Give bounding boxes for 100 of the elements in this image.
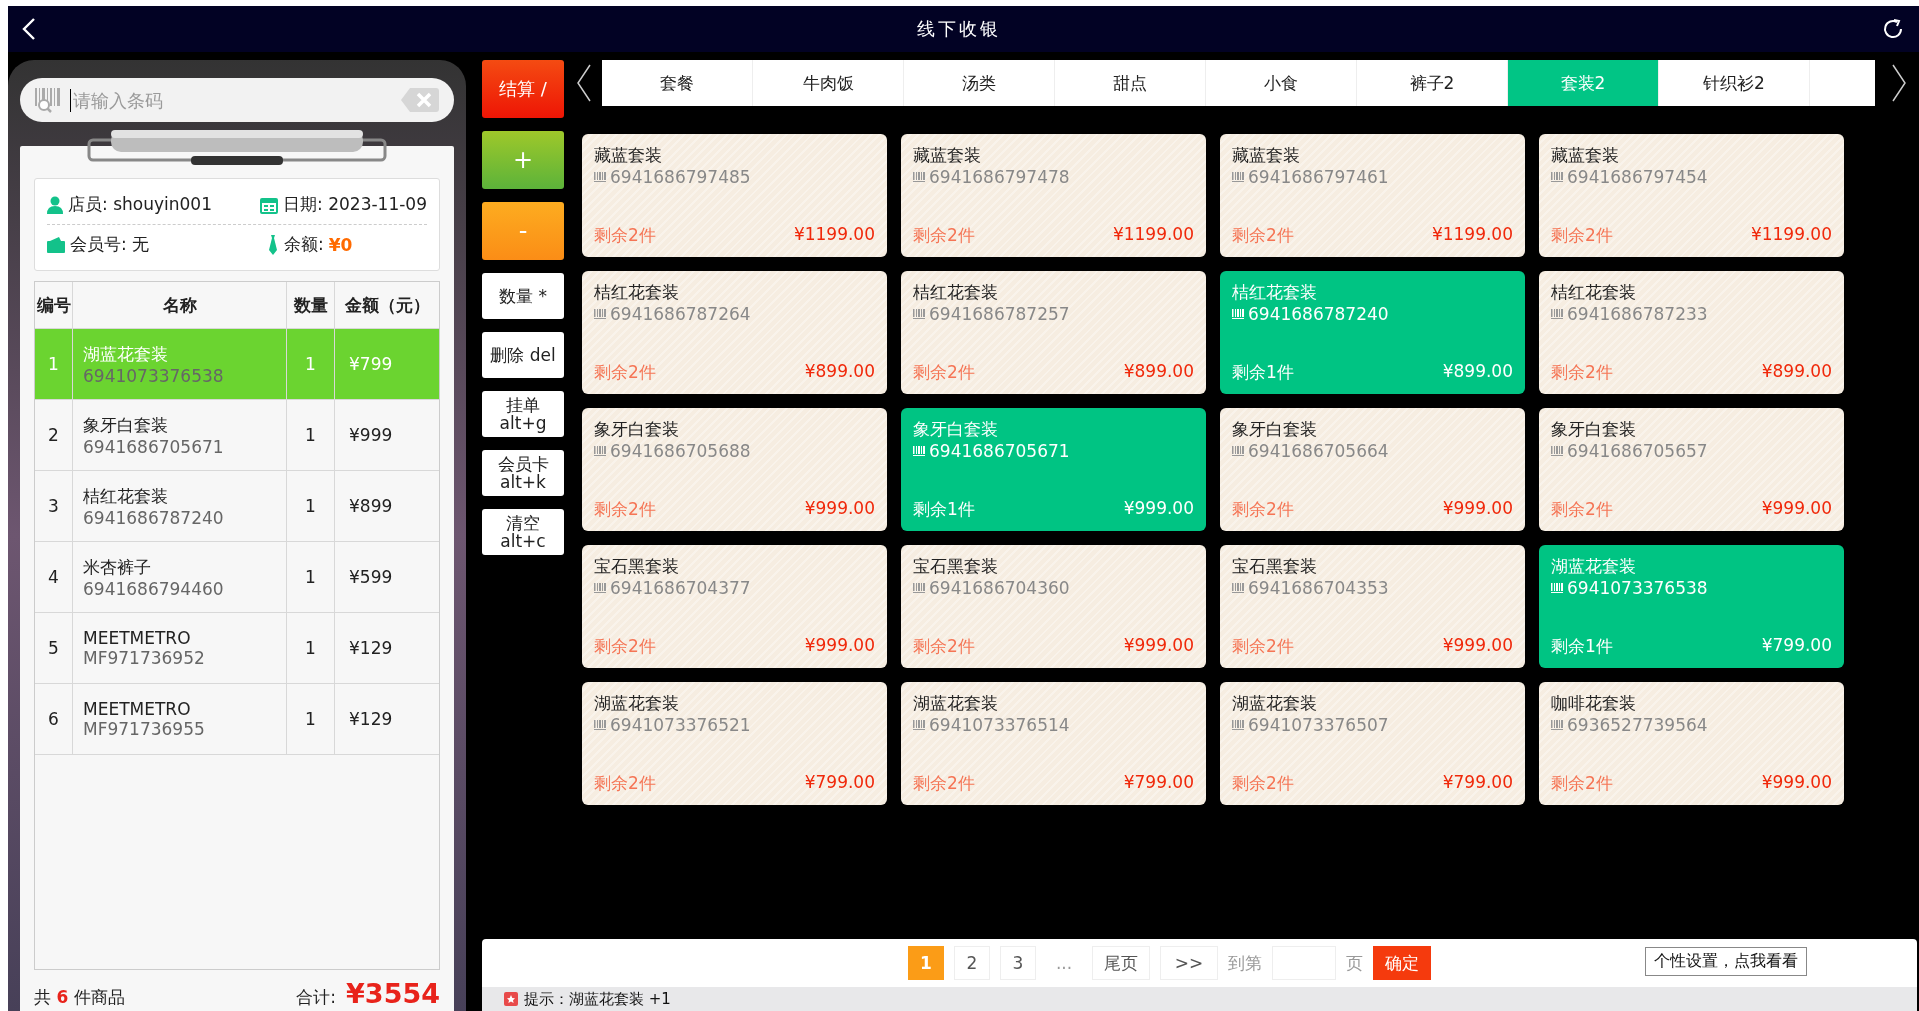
product-card[interactable]: 湖蓝花套装 6941073376521 剩余2件 ¥799.00: [582, 682, 887, 805]
page-button[interactable]: 3: [1000, 946, 1036, 980]
price-label: ¥1199.00: [793, 224, 875, 246]
total-amount: ¥3554: [346, 978, 440, 1009]
product-name: MEETMETRO: [83, 699, 191, 719]
barcode-icon: [913, 309, 925, 319]
amount-cell-text: ¥129: [348, 708, 394, 731]
quantity-cell: 1: [287, 684, 335, 754]
cart-row[interactable]: 3 桔红花套装 6941686787240 1 ¥899: [35, 471, 439, 542]
product-name: 象牙白套装: [594, 418, 680, 441]
price-label: ¥999.00: [1761, 772, 1832, 794]
product-name: 宝石黑套装: [913, 555, 999, 578]
barcode-icon: [913, 583, 925, 593]
barcode-icon: [1232, 309, 1244, 319]
product-name: 藏蓝套装: [913, 144, 982, 167]
price-label: ¥999.00: [1123, 498, 1194, 520]
action-button[interactable]: 清空 alt+c: [482, 509, 564, 555]
action-button[interactable]: 结算 /: [482, 60, 564, 118]
barcode-icon: [594, 309, 606, 319]
product-name: 桔红花套装: [913, 281, 999, 304]
stock-label: 剩余2件: [594, 224, 656, 247]
product-code: 6941686787233: [1567, 304, 1708, 324]
product-name: MEETMETRO: [83, 628, 191, 648]
product-code: 6941686787257: [929, 304, 1070, 324]
price-label: ¥999.00: [1442, 635, 1513, 657]
product-card[interactable]: 咖啡花套装 6936527739564 剩余2件 ¥999.00: [1539, 682, 1844, 805]
barcode-icon: [594, 446, 606, 456]
balance-value: ¥0: [328, 234, 353, 255]
product-code: 6941686797485: [610, 167, 751, 187]
action-button[interactable]: 挂单 alt+g: [482, 391, 564, 437]
barcode-search-field[interactable]: 请输入条码: [70, 88, 392, 112]
cart-row[interactable]: 4 米杏裤子 6941686794460 1 ¥599: [35, 542, 439, 613]
product-card[interactable]: 象牙白套装 6941686705657 剩余2件 ¥999.00: [1539, 408, 1844, 531]
product-card[interactable]: 宝石黑套装 6941686704360 剩余2件 ¥999.00: [901, 545, 1206, 668]
page-suffix-label: 页: [1346, 951, 1363, 975]
product-card[interactable]: 象牙白套装 6941686705664 剩余2件 ¥999.00: [1220, 408, 1525, 531]
product-name: 湖蓝花套装: [1551, 555, 1637, 578]
quantity-cell: 1: [287, 471, 335, 541]
cart-row[interactable]: 2 象牙白套装 6941686705671 1 ¥999: [35, 400, 439, 471]
product-code: 6941073376538: [1567, 578, 1708, 598]
confirm-button[interactable]: 确定: [1373, 946, 1431, 980]
item-count: 共 6 件商品: [34, 986, 125, 1009]
price-label: ¥899.00: [804, 361, 875, 383]
stock-label: 剩余2件: [1551, 498, 1613, 521]
product-code: 6941686705688: [610, 441, 751, 461]
stock-label: 剩余2件: [1551, 224, 1613, 247]
calendar-icon: [260, 195, 279, 214]
barcode-search-icon: [34, 87, 62, 113]
product-code: 6941686797478: [929, 167, 1070, 187]
product-code: 6941073376538: [83, 365, 224, 386]
cart-row[interactable]: 6 MEETMETRO MF971736955 1 ¥129: [35, 684, 439, 755]
next-page-button[interactable]: >>: [1160, 946, 1218, 980]
product-card[interactable]: 湖蓝花套装 6941073376507 剩余2件 ¥799.00: [1220, 682, 1525, 805]
price-label: ¥1199.00: [1750, 224, 1832, 246]
quantity-cell: 1: [287, 542, 335, 612]
barcode-icon: [1551, 446, 1563, 456]
back-icon[interactable]: [22, 17, 36, 41]
stock-label: 剩余2件: [1232, 498, 1294, 521]
product-name: 桔红花套装: [83, 484, 168, 508]
product-card[interactable]: 宝石黑套装 6941686704353 剩余2件 ¥999.00: [1220, 545, 1525, 668]
action-button[interactable]: 会员卡 alt+k: [482, 450, 564, 496]
barcode-icon: [1232, 172, 1244, 182]
price-label: ¥999.00: [1761, 498, 1832, 520]
search-field[interactable]: 请输入条码: [20, 78, 454, 122]
action-button[interactable]: 数量 *: [482, 273, 564, 319]
price-label: ¥999.00: [804, 635, 875, 657]
product-card[interactable]: 桔红花套装 6941686787264 剩余2件 ¥899.00: [582, 271, 887, 394]
page-button[interactable]: 2: [954, 946, 990, 980]
product-card[interactable]: 藏蓝套装 6941686797478 剩余2件 ¥1199.00: [901, 134, 1206, 257]
product-card[interactable]: 象牙白套装 6941686705688 剩余2件 ¥999.00: [582, 408, 887, 531]
stock-label: 剩余2件: [594, 498, 656, 521]
cart-row[interactable]: 5 MEETMETRO MF971736952 1 ¥129: [35, 613, 439, 684]
product-name: 湖蓝花套装: [1232, 692, 1318, 715]
product-code: 6941686787240: [1248, 304, 1389, 324]
tooltip: 个性设置，点我看看: [1645, 947, 1807, 976]
notice-icon: [504, 992, 518, 1006]
column-header: 编号: [35, 282, 73, 328]
product-code: 6941686704353: [1248, 578, 1389, 598]
barcode-icon: [1551, 720, 1563, 730]
product-card[interactable]: 藏蓝套装 6941686797461 剩余2件 ¥1199.00: [1220, 134, 1525, 257]
product-name: 象牙白套装: [83, 413, 168, 437]
product-name: 象牙白套装: [913, 418, 999, 441]
product-card[interactable]: 桔红花套装 6941686787257 剩余2件 ¥899.00: [901, 271, 1206, 394]
price-label: ¥999.00: [1123, 635, 1194, 657]
quantity-cell: 1: [287, 400, 335, 470]
product-name: 宝石黑套装: [1232, 555, 1318, 578]
goto-label: 到第: [1228, 951, 1262, 975]
last-page-button[interactable]: 尾页: [1092, 946, 1150, 980]
barcode-icon: [1232, 583, 1244, 593]
product-card[interactable]: 宝石黑套装 6941686704377 剩余2件 ¥999.00: [582, 545, 887, 668]
product-card[interactable]: 藏蓝套装 6941686797485 剩余2件 ¥1199.00: [582, 134, 887, 257]
price-label: ¥1199.00: [1112, 224, 1194, 246]
balance-label: 余额:: [284, 233, 324, 256]
total-label: 合计:: [296, 987, 337, 1007]
wallet-icon: [47, 236, 65, 253]
product-card[interactable]: 藏蓝套装 6941686797454 剩余2件 ¥1199.00: [1539, 134, 1844, 257]
action-button[interactable]: 删除 del: [482, 332, 564, 378]
product-card[interactable]: 湖蓝花套装 6941073376514 剩余2件 ¥799.00: [901, 682, 1206, 805]
product-card[interactable]: 桔红花套装 6941686787233 剩余2件 ¥899.00: [1539, 271, 1844, 394]
refresh-icon[interactable]: [1881, 17, 1905, 41]
